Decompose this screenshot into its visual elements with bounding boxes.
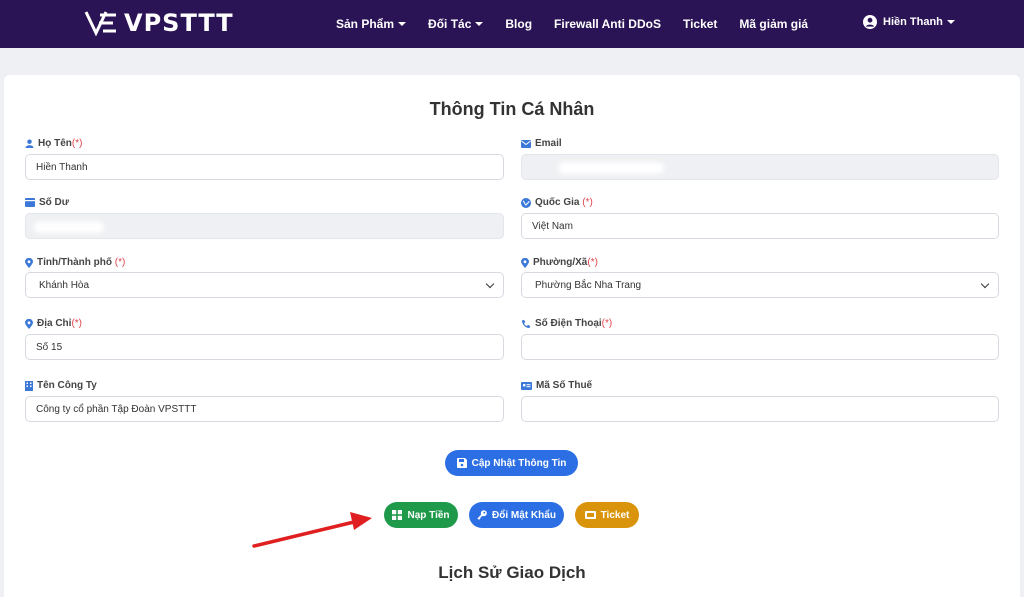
top-navbar: VPSTTT Sản Phẩm Đối Tác Blog Firewall An…: [0, 0, 1024, 48]
country-label: Quốc Gia (*): [521, 197, 593, 208]
page-title: Thông Tin Cá Nhân: [429, 99, 595, 119]
input-value: Công ty cổ phần Tập Đoàn VPSTTT: [36, 403, 197, 415]
required-mark: (*): [601, 318, 613, 329]
address-label: Địa Chỉ (*): [25, 318, 82, 329]
required-mark: (*): [114, 257, 126, 268]
nav-item-firewall[interactable]: Firewall Anti DDoS: [554, 17, 661, 31]
required-mark: (*): [71, 318, 83, 329]
annotation-arrow: [252, 512, 372, 548]
caret-down-icon: [946, 20, 955, 24]
tax-code-label: Mã Số Thuế: [521, 380, 592, 391]
globe-icon: [521, 197, 531, 208]
balance-label: Số Dư: [25, 197, 69, 208]
user-icon: [25, 139, 34, 148]
select-value: Phường Bắc Nha Trang: [535, 279, 642, 291]
deposit-button[interactable]: Nạp Tiền: [384, 502, 458, 528]
tax-code-input[interactable]: [521, 396, 999, 422]
email-field: [521, 154, 999, 180]
label-text: Phường/Xã: [533, 257, 588, 268]
required-mark: (*): [587, 257, 598, 268]
logo-mark-icon: [84, 11, 116, 37]
nav-item-blog[interactable]: Blog: [505, 17, 532, 31]
button-label: Đổi Mật Khẩu: [492, 509, 556, 521]
label-text: Số Dư: [39, 197, 70, 208]
address-input[interactable]: Số 15: [25, 334, 504, 360]
label-text: Tên Công Ty: [37, 380, 97, 391]
select-value: Khánh Hòa: [39, 279, 90, 291]
redacted-balance: [34, 221, 104, 233]
map-marker-icon: [521, 257, 529, 268]
phone-label: Số Điện Thoại (*): [521, 318, 612, 329]
nav-label: Blog: [505, 17, 533, 31]
province-label: Tỉnh/Thành phố (*): [25, 257, 125, 268]
full-name-label: Họ Tên (*): [25, 138, 82, 149]
nav-label: Đối Tác: [428, 17, 472, 31]
user-circle-icon: [863, 15, 877, 29]
company-input[interactable]: Công ty cổ phần Tập Đoàn VPSTTT: [25, 396, 504, 422]
redacted-email: [558, 162, 664, 174]
country-input[interactable]: Việt Nam: [521, 213, 999, 239]
label-text: Quốc Gia: [535, 197, 580, 208]
brand-name: VPSTTT: [124, 9, 234, 37]
update-info-button[interactable]: Cập Nhật Thông Tin: [445, 450, 578, 476]
button-label: Cập Nhật Thông Tin: [471, 457, 567, 469]
chevron-down-icon: [485, 279, 495, 288]
full-name-input[interactable]: Hiền Thanh: [25, 154, 504, 180]
phone-input[interactable]: [521, 334, 999, 360]
nav-label: Mã giảm giá: [739, 17, 809, 31]
id-card-icon: [521, 381, 532, 390]
transaction-history-title: Lịch Sử Giao Dịch: [438, 563, 586, 582]
nav-item-coupons[interactable]: Mã giảm giá: [739, 17, 808, 31]
ward-select[interactable]: Phường Bắc Nha Trang: [521, 272, 999, 298]
grid-icon: [392, 510, 403, 520]
label-text: Số Điện Thoại: [535, 318, 602, 329]
caret-down-icon: [398, 22, 407, 26]
key-icon: [477, 510, 487, 520]
main-nav: Sản Phẩm Đối Tác Blog Firewall Anti DDoS…: [336, 0, 830, 48]
map-marker-icon: [25, 318, 33, 329]
province-select[interactable]: Khánh Hòa: [25, 272, 504, 298]
envelope-icon: [521, 139, 531, 148]
input-value: Việt Nam: [532, 220, 573, 232]
required-mark: (*): [582, 197, 593, 208]
wallet-icon: [25, 198, 35, 207]
user-name: Hiền Thanh: [883, 16, 943, 28]
brand-logo[interactable]: VPSTTT: [84, 9, 234, 37]
input-value: Số 15: [36, 341, 63, 353]
company-label: Tên Công Ty: [25, 380, 97, 391]
chevron-down-icon: [980, 279, 990, 288]
map-marker-icon: [25, 257, 33, 268]
label-text: Email: [535, 138, 562, 149]
nav-item-ticket[interactable]: Ticket: [683, 17, 717, 31]
ticket-icon: [584, 511, 596, 519]
balance-field: [25, 213, 504, 239]
nav-label: Ticket: [682, 17, 718, 31]
nav-item-products[interactable]: Sản Phẩm: [336, 17, 407, 31]
label-text: Tỉnh/Thành phố: [37, 257, 112, 268]
save-icon: [456, 458, 467, 468]
change-password-button[interactable]: Đổi Mật Khẩu: [469, 502, 564, 528]
ticket-button[interactable]: Ticket: [575, 502, 639, 528]
nav-label: Firewall Anti DDoS: [554, 17, 661, 31]
input-value: Hiền Thanh: [36, 161, 88, 173]
ward-label: Phường/Xã (*): [521, 257, 598, 268]
nav-label: Sản Phẩm: [336, 17, 395, 31]
caret-down-icon: [475, 22, 484, 26]
label-text: Họ Tên: [38, 138, 72, 149]
button-label: Ticket: [600, 509, 630, 521]
label-text: Địa Chỉ: [37, 318, 72, 329]
user-menu[interactable]: Hiền Thanh: [863, 15, 955, 29]
building-icon: [25, 380, 33, 391]
phone-icon: [521, 319, 531, 329]
required-mark: (*): [71, 138, 83, 149]
label-text: Mã Số Thuế: [536, 380, 593, 391]
nav-item-partners[interactable]: Đối Tác: [428, 17, 484, 31]
email-label: Email: [521, 138, 562, 149]
button-label: Nạp Tiền: [407, 509, 450, 521]
